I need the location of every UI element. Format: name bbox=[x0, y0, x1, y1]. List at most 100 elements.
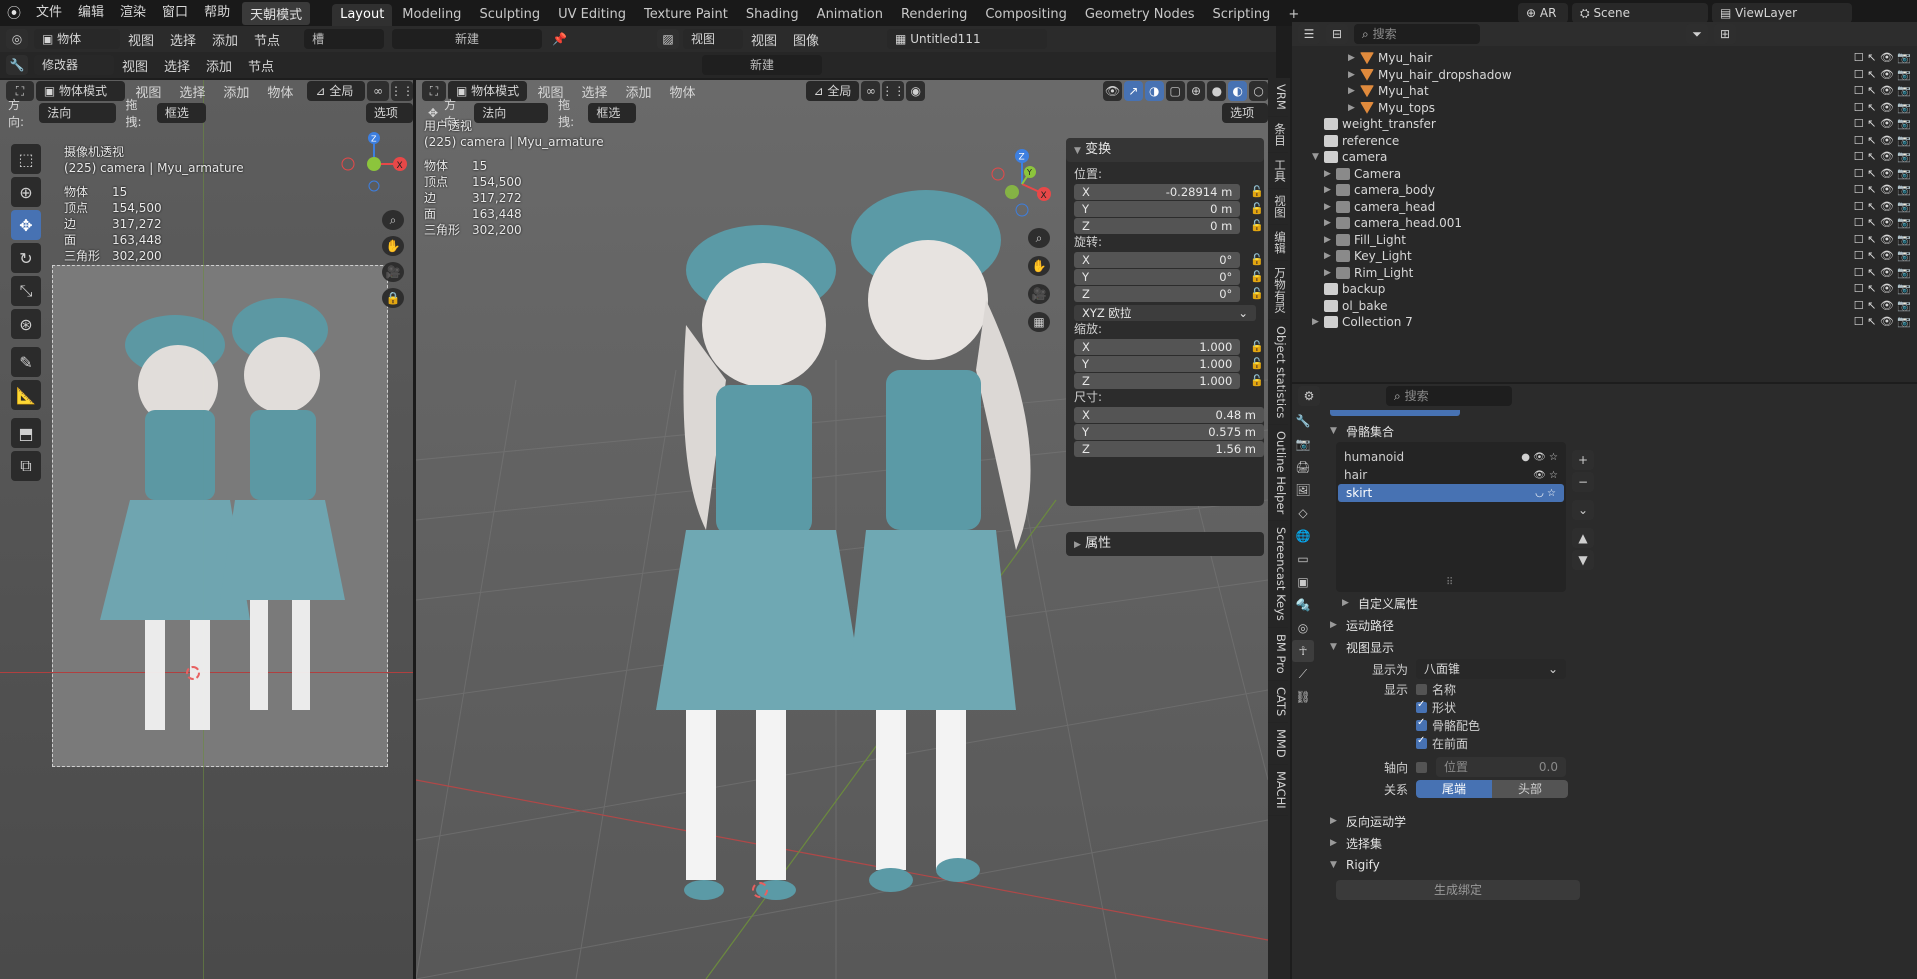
lock-icon[interactable]: 🔓 bbox=[1250, 219, 1264, 232]
location-x-field[interactable]: X -0.28914 m 🔓 bbox=[1074, 183, 1264, 200]
bone-tab-icon[interactable]: ⟋ bbox=[1292, 663, 1314, 685]
measure-tool-icon[interactable]: 📐 bbox=[11, 380, 41, 410]
viewport-display-header[interactable]: ▼ 视图显示 bbox=[1322, 636, 1917, 658]
world-tab-icon[interactable]: 🌐 bbox=[1292, 525, 1314, 547]
tab-outline-helper[interactable]: Outline Helper bbox=[1268, 425, 1288, 522]
expand-arrow-icon[interactable]: ▶ bbox=[1348, 50, 1360, 67]
row3-menu-add[interactable]: 添加 bbox=[198, 56, 240, 75]
row3-new-button[interactable]: 新建 bbox=[702, 55, 823, 75]
relation-head-button[interactable]: 头部 bbox=[1492, 780, 1568, 798]
main-ortho-grid-icon[interactable]: ▦ bbox=[1028, 312, 1050, 332]
wireframe-shading-icon[interactable]: ⊕ bbox=[1186, 81, 1206, 101]
selection-sets-header[interactable]: ▶ 选择集 bbox=[1322, 832, 1917, 854]
lock-icon[interactable]: 🔓 bbox=[1250, 357, 1264, 370]
tab-vrm[interactable]: VRM bbox=[1268, 78, 1288, 117]
show-name-checkbox[interactable] bbox=[1416, 683, 1427, 695]
custom-props-header[interactable]: ▶ 自定义属性 bbox=[1334, 592, 1917, 614]
image-view-dropdown[interactable]: 视图 bbox=[683, 29, 744, 49]
menu-select[interactable]: 选择 bbox=[162, 30, 204, 49]
scale-z-field[interactable]: Z 1.000 🔓 bbox=[1074, 372, 1264, 389]
outliner-search-input[interactable]: ⌕ 搜索 bbox=[1354, 24, 1480, 44]
tab-screencast-keys[interactable]: Screencast Keys bbox=[1268, 521, 1288, 629]
lock-camera-icon[interactable]: 🔒 bbox=[382, 288, 404, 308]
view-layer-tab-icon[interactable]: 🖼 bbox=[1292, 479, 1314, 501]
outliner-row[interactable]: ▶ Camera ☐ ↖ 👁 📷 bbox=[1292, 166, 1917, 183]
location-z-field[interactable]: Z0 m 🔓 bbox=[1074, 217, 1264, 234]
tab-mmd[interactable]: MMD bbox=[1268, 723, 1288, 766]
tab-edit[interactable]: 编辑 bbox=[1268, 225, 1288, 261]
main-options-dropdown[interactable]: 选项 bbox=[1222, 103, 1268, 123]
tab-layout[interactable]: Layout bbox=[332, 4, 393, 26]
main-pan-hand-icon[interactable]: ✋ bbox=[1028, 256, 1050, 276]
editor-type-icon[interactable]: ◎ bbox=[6, 29, 28, 49]
menu-window[interactable]: 窗口 bbox=[154, 0, 196, 26]
modifier-tab-icon[interactable]: 🔩 bbox=[1292, 594, 1314, 616]
solid-shading-icon[interactable]: ● bbox=[1207, 81, 1227, 101]
rotation-z-field[interactable]: Z 0° 🔓 bbox=[1074, 285, 1264, 302]
gizmo-toggle-icon[interactable]: ↗ bbox=[1123, 81, 1143, 101]
location-y-field[interactable]: Y0 m 🔓 bbox=[1074, 200, 1264, 217]
outliner-row[interactable]: ▶ Myu_hair ☐ ↖ 👁 📷 bbox=[1292, 50, 1917, 67]
visibility-toggles[interactable]: ☐ ↖ 👁 📷 bbox=[1854, 67, 1911, 84]
scene-tab-icon[interactable]: ◇ bbox=[1292, 502, 1314, 524]
main-proportional-icon[interactable]: ◉ bbox=[906, 81, 926, 101]
visibility-toggles[interactable]: ☐ ↖ 👁 📷 bbox=[1854, 83, 1911, 100]
scale-y-field[interactable]: Y 1.000 🔓 bbox=[1074, 355, 1264, 372]
expand-arrow-icon[interactable]: ▶ bbox=[1312, 314, 1324, 331]
collection-menu-icon[interactable]: ⌄ bbox=[1572, 500, 1594, 520]
main-orientation-dropdown[interactable]: ⊿ 全局 bbox=[805, 81, 860, 101]
bone-collection-item[interactable]: hair 👁 ☆ bbox=[1336, 466, 1566, 484]
menu-add[interactable]: 添加 bbox=[204, 30, 246, 49]
xray-icon[interactable]: ▢ bbox=[1165, 81, 1185, 101]
tab-animation[interactable]: Animation bbox=[809, 4, 891, 26]
lock-icon[interactable]: 🔓 bbox=[1250, 340, 1264, 353]
lock-icon[interactable]: 🔓 bbox=[1250, 253, 1264, 266]
expand-arrow-icon[interactable]: ▶ bbox=[1324, 166, 1336, 183]
main-pivot-icon[interactable]: ∞ bbox=[861, 81, 881, 101]
dimensions-y-field[interactable]: Y 0.575 m bbox=[1074, 423, 1264, 440]
expand-arrow-icon[interactable]: ▶ bbox=[1324, 265, 1336, 282]
extra-tool-icon[interactable]: ⧉ bbox=[11, 451, 41, 481]
cursor-tool-icon[interactable]: ⊕ bbox=[11, 177, 41, 207]
tab-view[interactable]: 视图 bbox=[1268, 189, 1288, 225]
visibility-toggles[interactable]: ☐ ↖ 👁 📷 bbox=[1854, 248, 1911, 265]
select-box-tool-icon[interactable]: ⬚ bbox=[11, 144, 41, 174]
bone-collections-header[interactable]: ▼ 骨骼集合 bbox=[1322, 420, 1917, 442]
tab-compositing[interactable]: Compositing bbox=[977, 4, 1075, 26]
properties-editor-icon[interactable]: ⚙ bbox=[1298, 386, 1320, 406]
lock-icon[interactable]: 🔓 bbox=[1250, 270, 1264, 283]
main-menu-object[interactable]: 物体 bbox=[661, 82, 703, 101]
outliner-row[interactable]: ▶ Key_Light ☐ ↖ 👁 📷 bbox=[1292, 248, 1917, 265]
visibility-toggles[interactable]: ☐ ↖ 👁 📷 bbox=[1854, 199, 1911, 216]
visibility-toggles[interactable]: ☐ ↖ 👁 📷 bbox=[1854, 281, 1911, 298]
visibility-toggles[interactable]: ☐ ↖ 👁 📷 bbox=[1854, 100, 1911, 117]
visibility-toggles[interactable]: ☐ ↖ 👁 📷 bbox=[1854, 133, 1911, 150]
motion-paths-header[interactable]: ▶ 运动路径 bbox=[1322, 614, 1917, 636]
expand-arrow-icon[interactable]: ▶ bbox=[1348, 67, 1360, 84]
zoom-icon[interactable]: ⌕ bbox=[382, 210, 404, 230]
rendered-shading-icon[interactable]: ○ bbox=[1249, 81, 1268, 101]
object-type-dropdown[interactable]: ▣ 物体 bbox=[34, 29, 120, 49]
bone-constraint-tab-icon[interactable]: ⛓ bbox=[1292, 686, 1314, 708]
outliner-row[interactable]: ▶ Fill_Light ☐ ↖ 👁 📷 bbox=[1292, 232, 1917, 249]
display-as-dropdown[interactable]: 八面锥 ⌄ bbox=[1416, 659, 1566, 679]
left-pivot-icon[interactable]: ∞ bbox=[367, 81, 390, 101]
expand-arrow-icon[interactable]: ▶ bbox=[1348, 83, 1360, 100]
dimensions-z-field[interactable]: Z 1.56 m bbox=[1074, 440, 1264, 457]
scale-tool-icon[interactable]: ⤡ bbox=[11, 276, 41, 306]
menu-file[interactable]: 文件 bbox=[28, 0, 70, 26]
pin-icon[interactable]: 📌 bbox=[552, 32, 567, 46]
row3-menu-node[interactable]: 节点 bbox=[240, 56, 282, 75]
viewlayer-dropdown[interactable]: ▤ ViewLayer bbox=[1712, 3, 1852, 23]
dimensions-x-field[interactable]: X 0.48 m bbox=[1074, 406, 1264, 423]
visibility-toggles[interactable]: ☐ ↖ 👁 📷 bbox=[1854, 50, 1911, 67]
annotate-tool-icon[interactable]: ✎ bbox=[11, 347, 41, 377]
left-menu-object[interactable]: 物体 bbox=[259, 82, 301, 101]
axes-position-field[interactable]: 位置 0.0 bbox=[1436, 757, 1566, 777]
render-tab-icon[interactable]: 📷 bbox=[1292, 433, 1314, 455]
scale-x-field[interactable]: X 1.000 🔓 bbox=[1074, 338, 1264, 355]
blender-logo-icon[interactable]: ⦿ bbox=[0, 3, 28, 23]
tab-sculpting[interactable]: Sculpting bbox=[471, 4, 548, 26]
left-mode-dropdown[interactable]: ▣ 物体模式 bbox=[35, 81, 126, 101]
properties-search-input[interactable]: ⌕ 搜索 bbox=[1386, 386, 1512, 406]
